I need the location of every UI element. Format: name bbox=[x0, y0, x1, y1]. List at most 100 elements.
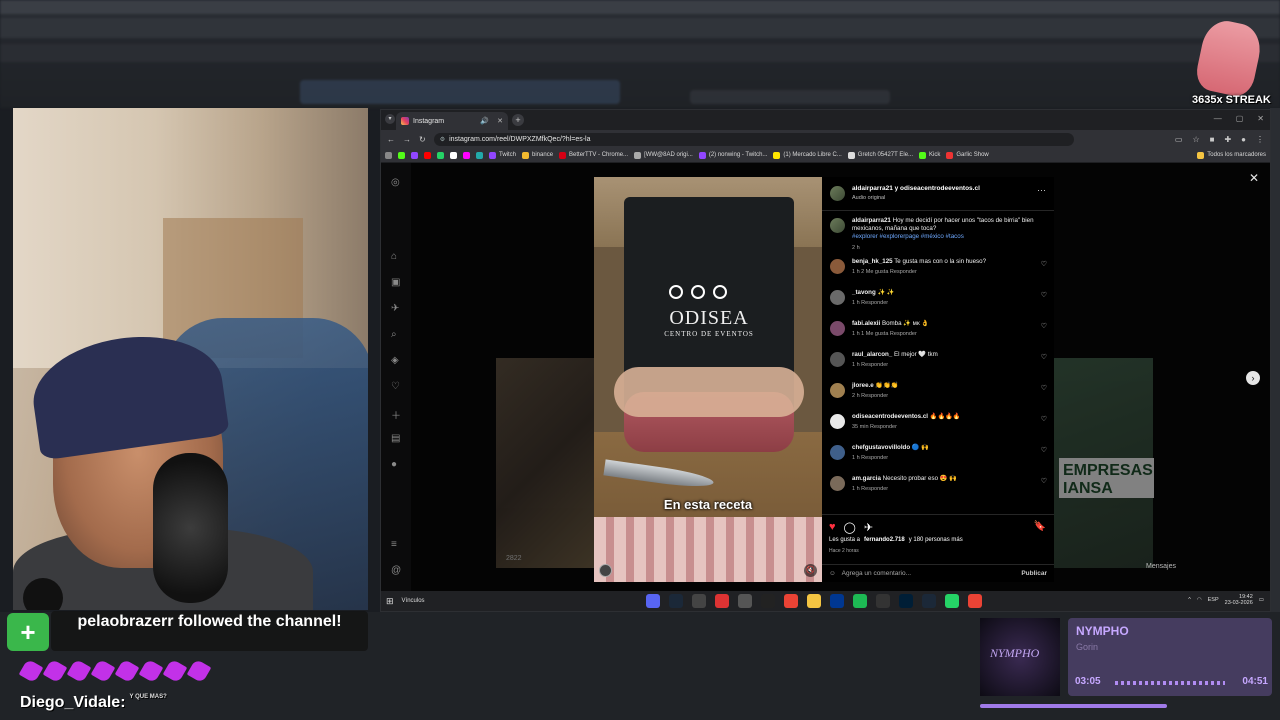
bookmark-ww[interactable]: [WW@8AD origi... bbox=[634, 151, 693, 159]
messages-button[interactable]: Mensajes bbox=[1146, 563, 1176, 570]
youtube-bookmark-icon[interactable] bbox=[424, 151, 431, 159]
comment-like-icon[interactable]: ♡ bbox=[1041, 415, 1047, 423]
more-menu-icon[interactable]: ≡ bbox=[391, 539, 397, 550]
app-icon[interactable] bbox=[738, 594, 752, 608]
spotify-icon[interactable] bbox=[853, 594, 867, 608]
bookmark-nonwing[interactable]: (2) nonwing - Twitch... bbox=[698, 151, 767, 159]
instagram-logo-icon[interactable]: ◎ bbox=[391, 177, 400, 188]
comment-meta[interactable]: 1 h 2 Me gusta Responder bbox=[852, 269, 917, 275]
home-icon[interactable]: ⌂ bbox=[391, 251, 397, 262]
audio-label[interactable]: Audio original bbox=[852, 195, 885, 201]
tab-menu-button[interactable]: ▾ bbox=[385, 114, 395, 124]
steam-icon[interactable] bbox=[669, 594, 683, 608]
comment-meta[interactable]: 2 h Responder bbox=[852, 393, 888, 399]
comment-user[interactable]: am.garcia bbox=[852, 475, 881, 482]
comment-like-icon[interactable]: ♡ bbox=[1041, 322, 1047, 330]
back-icon[interactable]: ← bbox=[387, 135, 395, 144]
emoji-icon[interactable]: ☺ bbox=[829, 570, 836, 577]
comment-meta[interactable]: 1 h Responder bbox=[852, 455, 888, 461]
comment-meta[interactable]: 1 h Responder bbox=[852, 362, 888, 368]
speaker-icon[interactable]: 🔊 bbox=[480, 117, 489, 125]
chevron-up-icon[interactable]: ^ bbox=[1188, 597, 1191, 603]
bookmark-icon[interactable] bbox=[476, 151, 483, 159]
avatar[interactable] bbox=[830, 218, 845, 233]
publish-button[interactable]: Publicar bbox=[1021, 570, 1047, 577]
close-tab-icon[interactable]: ✕ bbox=[497, 117, 503, 125]
search-icon[interactable]: ⌕ bbox=[391, 329, 397, 340]
bookmark-kick[interactable]: Kick bbox=[919, 151, 940, 159]
reload-icon[interactable]: ↻ bbox=[419, 135, 426, 144]
bookmark-gretch[interactable]: Gretch 05427T Ele... bbox=[847, 151, 913, 159]
next-chevron-icon[interactable]: › bbox=[1246, 371, 1260, 385]
share-icon[interactable]: ✈ bbox=[864, 521, 873, 534]
save-bookmark-icon[interactable]: 🔖 bbox=[1034, 521, 1046, 532]
windows-start-icon[interactable]: ⊞ bbox=[386, 596, 394, 607]
apps-icon[interactable] bbox=[385, 151, 392, 159]
commenter-avatar[interactable] bbox=[830, 414, 845, 429]
app-icon[interactable] bbox=[876, 594, 890, 608]
profile-icon[interactable]: ● bbox=[1241, 135, 1246, 144]
reels-icon[interactable]: ▣ bbox=[391, 277, 400, 288]
next-reel-preview[interactable]: EMPRESAS IANSA bbox=[1037, 358, 1154, 568]
comment-meta[interactable]: 1 h Responder bbox=[852, 486, 888, 492]
commenter-avatar[interactable] bbox=[830, 290, 845, 305]
whatsapp-icon[interactable] bbox=[945, 594, 959, 608]
comment-icon[interactable]: ◯ bbox=[844, 521, 856, 534]
bookmark-garlic-show[interactable]: Garlic Show bbox=[946, 151, 989, 159]
comment-user[interactable]: benja_hk_125 bbox=[852, 258, 893, 265]
star-icon[interactable]: ☆ bbox=[1192, 135, 1199, 144]
author-avatar-icon[interactable] bbox=[599, 564, 612, 577]
comment-user[interactable]: raul_alarcon_ bbox=[852, 351, 892, 358]
likes-summary[interactable]: Les gusta a fernando2.718 y 180 personas m… bbox=[829, 537, 963, 543]
menu-icon[interactable]: ⋮ bbox=[1256, 135, 1264, 144]
site-info-icon[interactable]: ⚙ bbox=[440, 136, 445, 143]
obs-icon[interactable] bbox=[692, 594, 706, 608]
notifications-icon[interactable]: ♡ bbox=[391, 381, 400, 392]
threads-icon[interactable]: @ bbox=[391, 565, 401, 576]
bookmark-binance[interactable]: binance bbox=[522, 151, 553, 159]
bookmark-twitch[interactable]: Twitch bbox=[489, 151, 516, 159]
bookmark-mercadolibre[interactable]: (1) Mercado Libre C... bbox=[773, 151, 842, 159]
steam-icon[interactable] bbox=[922, 594, 936, 608]
post-authors[interactable]: aldairparra21 y odiseacentrodeeventos.cl bbox=[852, 185, 980, 192]
kick-bookmark-icon[interactable] bbox=[398, 151, 405, 159]
comment-like-icon[interactable]: ♡ bbox=[1041, 291, 1047, 299]
comment-meta[interactable]: 1 h Responder bbox=[852, 300, 888, 306]
caption-user[interactable]: aldairparra21 bbox=[852, 217, 891, 224]
reel-video[interactable]: ODISEA CENTRO DE EVENTOS En esta receta 🔇 bbox=[594, 177, 822, 582]
twitch-bookmark-icon[interactable] bbox=[411, 151, 418, 159]
forward-icon[interactable]: → bbox=[403, 135, 411, 144]
comment-like-icon[interactable]: ♡ bbox=[1041, 353, 1047, 361]
comment-like-icon[interactable]: ♡ bbox=[1041, 384, 1047, 392]
profile-avatar-icon[interactable]: ● bbox=[391, 459, 397, 470]
comment-like-icon[interactable]: ♡ bbox=[1041, 260, 1047, 268]
address-bar[interactable]: ⚙ instagram.com/reel/DWPXZMfkQec/?hl=es-… bbox=[433, 132, 1074, 146]
comment-like-icon[interactable]: ♡ bbox=[1041, 446, 1047, 454]
chrome-icon[interactable] bbox=[784, 594, 798, 608]
commenter-avatar[interactable] bbox=[830, 445, 845, 460]
bookmark-icon[interactable] bbox=[463, 151, 470, 159]
extensions-puzzle-icon[interactable]: ✚ bbox=[1224, 135, 1231, 144]
mute-icon[interactable]: 🔇 bbox=[804, 564, 817, 577]
commenter-avatar[interactable] bbox=[830, 383, 845, 398]
comment-user[interactable]: chefgustavovilloldo bbox=[852, 444, 910, 451]
language[interactable]: ESP bbox=[1208, 597, 1219, 603]
messages-icon[interactable]: ✈ bbox=[391, 303, 399, 314]
app-icon[interactable] bbox=[761, 594, 775, 608]
previous-reel-preview[interactable]: 2822 bbox=[496, 358, 594, 568]
commenter-avatar[interactable] bbox=[830, 352, 845, 367]
comment-user[interactable]: odiseacentrodeeventos.cl bbox=[852, 413, 928, 420]
discord-icon[interactable] bbox=[646, 594, 660, 608]
file-explorer-icon[interactable] bbox=[807, 594, 821, 608]
comment-meta[interactable]: 1 h 1 Me gusta Responder bbox=[852, 331, 917, 337]
all-bookmarks[interactable]: Todos los marcadores bbox=[1197, 151, 1266, 159]
explore-icon[interactable]: ◈ bbox=[391, 355, 399, 366]
author-avatar[interactable] bbox=[830, 186, 845, 201]
commenter-avatar[interactable] bbox=[830, 259, 845, 274]
taskbar-label[interactable]: Vínculos bbox=[402, 598, 425, 604]
whatsapp-bookmark-icon[interactable] bbox=[437, 151, 444, 159]
bookmark-betterttv[interactable]: BetterTTV - Chrome... bbox=[559, 151, 628, 159]
minimize-button[interactable]: — bbox=[1214, 114, 1222, 123]
chrome-icon[interactable] bbox=[968, 594, 982, 608]
x-bookmark-icon[interactable] bbox=[450, 151, 457, 159]
